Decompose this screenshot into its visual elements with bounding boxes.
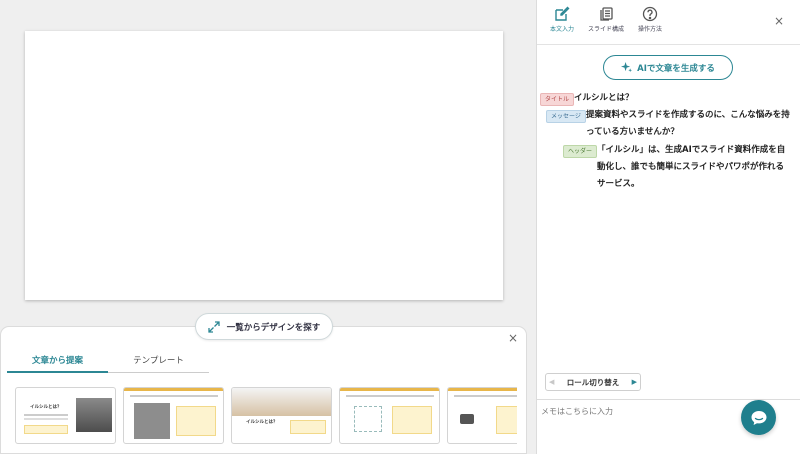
thumbnail-highlight-box: [290, 420, 326, 434]
slide-canvas[interactable]: [25, 31, 503, 300]
design-thumbnail[interactable]: [447, 387, 517, 444]
browse-designs-label: 一覧からデザインを探す: [226, 322, 321, 333]
text-input-panel: 本文入力 スライド構成 操作方法 × AIで文章を生成する タイトル イルシルと…: [536, 0, 800, 454]
entry-text[interactable]: っている方いませんか？: [586, 124, 679, 141]
thumbnail-photo: [232, 388, 331, 416]
tool-help[interactable]: 操作方法: [630, 6, 670, 33]
thumbnail-icon-grid: [354, 406, 382, 432]
suggestion-tabs: 文章から提案 テンプレート: [7, 349, 209, 373]
chat-support-button[interactable]: [741, 400, 776, 435]
thumbnail-heading: イルシルとは？: [246, 420, 278, 425]
role-switch-label[interactable]: ロール切り替え: [567, 377, 620, 388]
role-switch-control: ◀ ロール切り替え ▶: [545, 373, 641, 391]
design-thumbnail[interactable]: イルシルとは？: [15, 387, 116, 444]
entry-text[interactable]: 動化し、誰でも簡単にスライドやパワポが作れる: [597, 159, 784, 176]
entry-text[interactable]: 提案資料やスライドを作成するのに、こんな悩みを持: [586, 107, 790, 124]
tool-text-input[interactable]: 本文入力: [542, 6, 582, 33]
design-suggestion-panel: × 文章から提案 テンプレート イルシルとは？ イルシルとは？: [0, 326, 527, 454]
thumbnail-text-lines: [24, 414, 68, 416]
tool-slide-structure[interactable]: スライド構成: [584, 6, 628, 33]
thumbnail-image-block: [134, 403, 170, 439]
role-tag-message[interactable]: メッセージ: [546, 110, 586, 123]
copy-icon: [600, 7, 613, 21]
thumbnail-text-lines: [130, 395, 218, 397]
tool-label: 本文入力: [549, 26, 574, 33]
thumbnail-heading: イルシルとは？: [30, 405, 62, 410]
help-icon: [642, 6, 658, 22]
expand-icon: [208, 320, 220, 333]
role-next-icon[interactable]: ▶: [632, 378, 637, 386]
sparkle-icon: [621, 62, 633, 73]
design-thumbnail[interactable]: [339, 387, 440, 444]
close-icon[interactable]: ×: [774, 14, 784, 28]
thumbnail-text-lines: [346, 395, 434, 397]
thumbnail-highlight-box: [496, 406, 517, 434]
thumbnail-accent-stripe: [448, 388, 517, 391]
tab-text-suggestion[interactable]: 文章から提案: [7, 349, 108, 373]
thumbnail-illustration: [460, 414, 474, 424]
entry-text[interactable]: サービス。: [597, 176, 640, 193]
thumbnail-photo: [76, 398, 112, 432]
thumbnail-text-lines: [454, 395, 517, 397]
ai-generate-button[interactable]: AIで文章を生成する: [603, 55, 733, 80]
role-tag-title[interactable]: タイトル: [540, 93, 575, 106]
design-thumbnail[interactable]: [123, 387, 224, 444]
thumbnail-highlight-box: [24, 425, 68, 434]
divider: [537, 44, 800, 45]
design-thumbnail-list: イルシルとは？ イルシルとは？: [15, 387, 517, 444]
memo-input[interactable]: [541, 403, 731, 419]
browse-designs-button[interactable]: 一覧からデザインを探す: [195, 313, 333, 340]
ai-generate-label: AIで文章を生成する: [637, 63, 715, 74]
thumbnail-highlight-box: [176, 406, 216, 436]
design-thumbnail[interactable]: イルシルとは？: [231, 387, 332, 444]
tab-template[interactable]: テンプレート: [108, 349, 209, 373]
entry-text[interactable]: イルシルとは？: [574, 90, 634, 107]
role-prev-icon[interactable]: ◀: [549, 378, 554, 386]
entry-text[interactable]: 「イルシル」は、生成AIでスライド資料作成を自: [597, 142, 785, 159]
role-tag-header[interactable]: ヘッダー: [563, 145, 598, 158]
chat-icon: [751, 410, 766, 425]
edit-icon: [555, 6, 570, 21]
close-icon[interactable]: ×: [508, 331, 518, 345]
tool-label: スライド構成: [587, 26, 624, 33]
thumbnail-highlight-box: [392, 406, 432, 434]
thumbnail-accent-stripe: [124, 388, 223, 391]
thumbnail-accent-stripe: [340, 388, 439, 391]
tool-label: 操作方法: [637, 26, 662, 33]
